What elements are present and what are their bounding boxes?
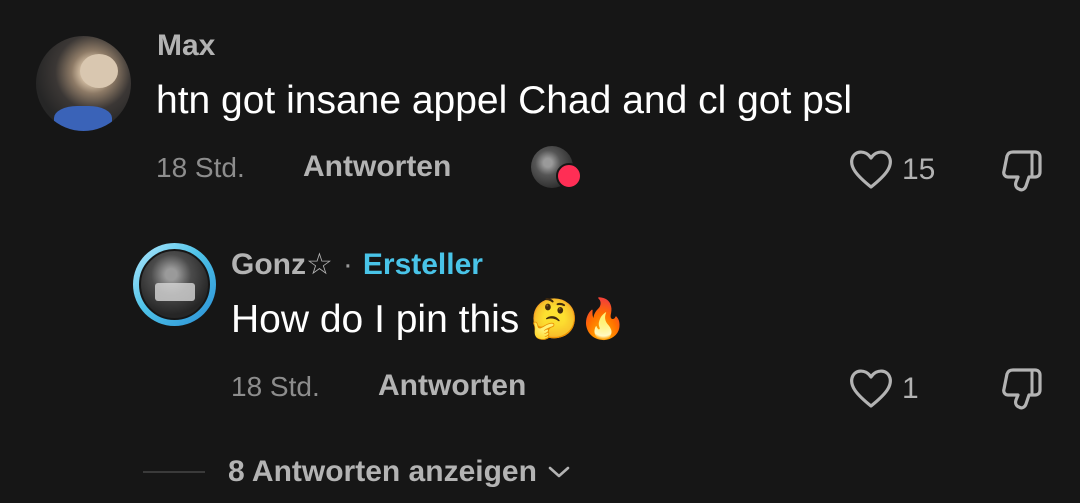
comment-text: htn got insane appel Chad and cl got psl [156,79,853,122]
thumbs-down-icon[interactable] [999,148,1047,194]
reply-reply-button[interactable]: Antworten [378,371,526,401]
separator-dot: · [342,248,353,281]
comment-username[interactable]: Max [157,31,215,61]
like-count: 15 [902,153,936,186]
reply-username[interactable]: Gonz☆ [231,250,333,280]
creator-liked-heart-icon [556,163,582,189]
avatar-face [80,54,118,88]
reply-button[interactable]: Antworten [303,152,451,182]
creator-badge: Ersteller [362,248,483,281]
comment-time: 18 Std. [156,152,245,183]
reply-text: How do I pin this 🤔🔥 [231,298,628,341]
replies-divider [143,471,205,473]
like-heart-icon[interactable] [848,147,894,191]
chevron-down-icon [548,466,570,478]
reply-like-count: 1 [902,372,919,405]
show-replies-label: 8 Antworten anzeigen [228,455,537,488]
avatar-shirt [54,106,112,131]
avatar-gonz[interactable] [139,249,210,320]
like-heart-icon[interactable] [848,366,894,410]
avatar-jersey [155,283,195,301]
reply-time: 18 Std. [231,371,320,402]
thumbs-down-icon[interactable] [999,366,1047,412]
show-replies-button[interactable]: 8 Antworten anzeigen [228,457,571,487]
avatar-max[interactable] [36,36,131,131]
